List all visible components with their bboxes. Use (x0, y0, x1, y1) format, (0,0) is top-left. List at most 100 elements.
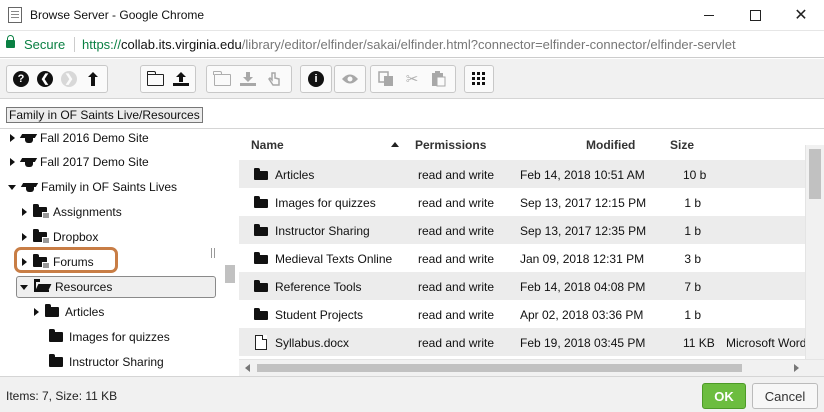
collapse-arrow-icon[interactable] (8, 184, 16, 190)
file-size: 10 b (683, 168, 707, 182)
new-folder-button[interactable] (143, 67, 168, 91)
copy-button[interactable] (373, 67, 399, 91)
tree-item-fall-2016[interactable]: Fall 2016 Demo Site (10, 130, 149, 149)
sort-ascending-icon (391, 142, 399, 147)
column-permissions[interactable]: Permissions (415, 138, 486, 152)
open-button[interactable] (209, 67, 235, 91)
scroll-left-icon[interactable] (245, 364, 250, 372)
expand-arrow-icon[interactable] (10, 158, 15, 166)
toolbar-group-files (206, 65, 292, 93)
file-name: Instructor Sharing (275, 224, 370, 238)
view-icon (472, 72, 485, 85)
collapse-arrow-icon[interactable] (20, 284, 28, 290)
file-name: Images for quizzes (275, 196, 376, 210)
preview-button[interactable] (337, 67, 363, 91)
column-size[interactable]: Size (670, 138, 694, 152)
tree-item-family-saints[interactable]: Family in OF Saints Lives (8, 176, 177, 198)
file-row[interactable]: Images for quizzes read and write Sep 13… (239, 188, 805, 216)
folder-icon (254, 224, 268, 236)
toolbar-group-navigation: ? ❮ ❯ (6, 65, 108, 93)
file-modified: Jan 09, 2018 12:31 PM (520, 252, 645, 266)
folder-icon (254, 196, 268, 208)
toolbar-group-info: i (300, 65, 332, 93)
folder-icon (49, 329, 63, 342)
column-modified[interactable]: Modified (586, 138, 635, 152)
file-row[interactable]: Student Projects read and write Apr 02, … (239, 300, 805, 328)
getfile-icon (268, 72, 280, 86)
file-permissions: read and write (418, 280, 495, 294)
tree-item-dropbox[interactable]: Dropbox (22, 226, 98, 248)
download-button[interactable] (235, 67, 261, 91)
address-bar[interactable]: Secure https://collab.its.virginia.edu/l… (0, 31, 824, 58)
maximize-button[interactable] (732, 0, 778, 30)
folder-icon (254, 252, 268, 264)
help-icon: ? (13, 71, 29, 87)
folder-icon (254, 168, 268, 180)
back-button[interactable]: ❮ (33, 67, 57, 91)
expand-arrow-icon[interactable] (10, 134, 15, 142)
preview-icon (342, 74, 358, 84)
file-permissions: read and write (418, 196, 495, 210)
toolbar-group-view (464, 65, 494, 93)
tree-item-articles[interactable]: Articles (34, 301, 104, 323)
minimize-button[interactable] (686, 0, 732, 30)
path-bar: Family in OF Saints Live/Resources (0, 100, 824, 129)
file-row[interactable]: Articles read and write Feb 14, 2018 10:… (239, 160, 805, 188)
file-modified: Apr 02, 2018 03:36 PM (520, 308, 644, 322)
file-name: Medieval Texts Online (275, 252, 393, 266)
file-row[interactable]: Instructor Sharing read and write Sep 13… (239, 216, 805, 244)
tree-resize-handle[interactable] (211, 248, 215, 258)
tree-item-assignments[interactable]: Assignments (22, 201, 122, 223)
scroll-right-icon[interactable] (794, 364, 799, 372)
file-list-vertical-scrollbar[interactable] (805, 145, 824, 361)
file-row[interactable]: Medieval Texts Online read and write Jan… (239, 244, 805, 272)
close-button[interactable]: ✕ (778, 0, 824, 30)
file-list-header: Name Permissions Modified Size (239, 130, 824, 158)
info-button[interactable]: i (303, 67, 329, 91)
cut-icon: ✂ (405, 71, 419, 88)
file-modified: Feb 19, 2018 03:45 PM (520, 336, 646, 350)
expand-arrow-icon[interactable] (34, 308, 39, 316)
file-permissions: read and write (418, 168, 495, 182)
tree-item-label: Dropbox (53, 230, 99, 244)
folder-icon (45, 304, 59, 317)
cut-button[interactable]: ✂ (399, 67, 425, 91)
url-text[interactable]: https://collab.its.virginia.edu/library/… (82, 37, 736, 52)
site-icon (22, 182, 37, 193)
file-modified: Sep 13, 2017 12:15 PM (520, 196, 647, 210)
getfile-button[interactable] (261, 67, 287, 91)
vertical-scroll-thumb[interactable] (809, 149, 821, 199)
tree-scrollbar[interactable] (222, 130, 238, 376)
file-row[interactable]: Reference Tools read and write Feb 14, 2… (239, 272, 805, 300)
minimize-icon (704, 14, 714, 16)
upload-button[interactable] (168, 67, 193, 91)
tree-item-instructor-sharing[interactable]: Instructor Sharing (43, 351, 164, 373)
ok-button[interactable]: OK (702, 383, 746, 409)
tree-scroll-thumb[interactable] (225, 265, 235, 283)
status-text: Items: 7, Size: 11 KB (6, 389, 118, 403)
file-list-horizontal-scrollbar[interactable] (239, 359, 824, 376)
up-icon (88, 72, 98, 86)
close-icon: ✕ (794, 7, 808, 24)
up-button[interactable] (81, 67, 105, 91)
expand-arrow-icon[interactable] (22, 233, 27, 241)
file-permissions: read and write (418, 308, 495, 322)
open-icon (213, 71, 231, 86)
horizontal-scroll-thumb[interactable] (257, 364, 742, 372)
status-bar: Items: 7, Size: 11 KB OK Cancel (0, 376, 824, 412)
expand-arrow-icon[interactable] (22, 208, 27, 216)
tree-item-images-for-quizzes[interactable]: Images for quizzes (43, 326, 170, 348)
breadcrumb[interactable]: Family in OF Saints Live/Resources (6, 107, 203, 123)
forward-button[interactable]: ❯ (57, 67, 81, 91)
tree-item-resources[interactable]: Resources (20, 276, 112, 298)
paste-button[interactable] (425, 67, 451, 91)
file-row[interactable]: Syllabus.docx read and write Feb 19, 201… (239, 328, 806, 356)
view-button[interactable] (467, 67, 491, 91)
file-name: Reference Tools (275, 280, 362, 294)
folder-tree: Fall 2016 Demo Site Fall 2017 Demo Site … (0, 130, 238, 376)
info-icon: i (308, 71, 324, 87)
column-name[interactable]: Name (251, 138, 284, 152)
help-button[interactable]: ? (9, 67, 33, 91)
tree-item-fall-2017[interactable]: Fall 2017 Demo Site (10, 151, 149, 173)
cancel-button[interactable]: Cancel (752, 383, 818, 409)
